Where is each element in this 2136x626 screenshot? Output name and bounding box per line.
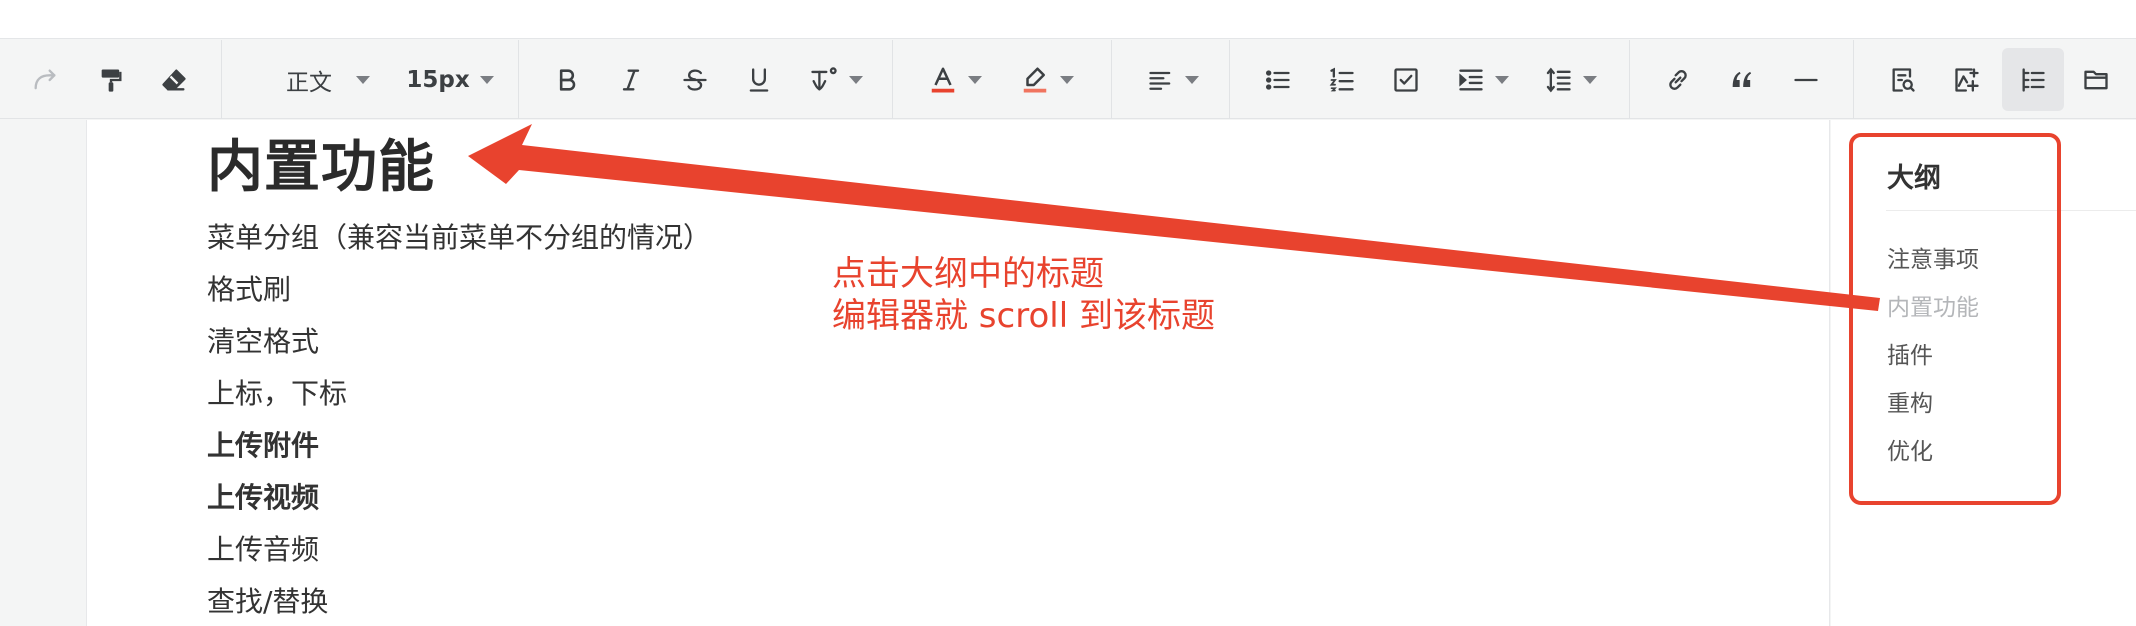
ordered-list-icon [1329,67,1354,91]
text-script-icon [811,66,837,90]
document-heading: 内置功能 [207,135,435,200]
chevron-down-icon [356,75,370,84]
bullet-list-icon [1265,69,1290,90]
outline-item[interactable]: 插件 [1887,336,1933,370]
indent-dropdown[interactable] [1450,40,1516,119]
outline-panel: 大纲 注意事项内置功能插件重构优化 [1831,120,2136,626]
link-button[interactable] [1658,40,1698,119]
underline-button[interactable] [739,40,779,119]
image-insert-icon [1955,67,1979,92]
toolbar-divider [518,40,519,119]
line-height-icon [1546,67,1571,92]
align-left-icon [1149,71,1171,90]
ordered-list-button[interactable] [1322,40,1362,119]
font-color-dropdown[interactable] [922,40,988,119]
document-paragraph: 上传附件 [207,429,320,462]
strikethrough-button[interactable] [675,40,715,119]
outline-item[interactable]: 优化 [1887,432,1933,466]
underline-icon [749,67,769,92]
outline-divider [1886,210,2136,211]
folder-icon [2084,70,2108,89]
indent-icon [1459,69,1483,91]
bullet-list-button[interactable] [1258,40,1298,119]
script-dropdown[interactable] [803,40,869,119]
line-height-dropdown[interactable] [1538,40,1604,119]
chevron-down-icon [1495,75,1509,84]
chevron-down-icon [1060,75,1074,84]
bold-button[interactable] [547,40,587,119]
document-paragraph: 上传视频 [207,481,320,514]
annotation-text-line-2: 编辑器就 scroll 到该标题 [832,296,1215,336]
toolbar-divider [892,40,893,119]
chevron-down-icon [479,75,494,84]
strikethrough-icon [683,68,707,91]
quote-icon [1732,71,1752,87]
link-icon [1669,69,1687,90]
clear-format-button[interactable] [153,40,195,119]
outline-item[interactable]: 内置功能 [1887,288,1979,322]
paragraph-style-select[interactable]: 正文 [278,40,378,119]
paragraph-style-value: 正文 [286,69,332,96]
folder-button[interactable] [2076,40,2116,119]
toolbar-divider [221,40,222,119]
find-replace-icon [1892,67,1915,92]
checklist-button[interactable] [1386,40,1426,119]
blockquote-button[interactable] [1722,40,1762,119]
insert-image-button[interactable] [1947,40,1987,119]
chevron-down-icon [1583,75,1597,84]
find-replace-button[interactable] [1883,40,1923,119]
outline-title: 大纲 [1887,163,1941,194]
document-paragraph: 上标，下标 [207,377,348,410]
eraser-icon [162,69,186,91]
checkbox-list-icon [1394,67,1418,92]
font-size-value: 15px [406,66,470,93]
chevron-down-icon [849,75,863,84]
font-color-icon [931,67,955,92]
redo-icon [34,69,56,89]
outline-toggle-icon [2022,67,2045,92]
outline-item[interactable]: 重构 [1887,384,1933,418]
highlight-icon [1023,67,1047,92]
italic-icon [622,69,640,91]
toolbar-divider [1229,40,1230,119]
bold-icon [559,68,576,91]
font-size-select[interactable]: 15px [404,40,496,119]
italic-button[interactable] [611,40,651,119]
format-painter-button[interactable] [90,40,132,119]
document-paragraph: 格式刷 [207,273,292,306]
chevron-down-icon [1185,75,1199,84]
horizontal-rule-icon [1794,78,1818,81]
chevron-down-icon [968,75,982,84]
align-dropdown[interactable] [1143,40,1203,119]
toolbar-divider [1629,40,1630,119]
outline-toggle-button[interactable] [2002,48,2064,111]
editor-content-area[interactable]: 内置功能 菜单分组（兼容当前菜单不分组的情况） 格式刷清空格式上标，下标上传附件上… [86,120,1830,626]
format-painter-icon [101,69,122,92]
window-top-bar [0,0,2136,39]
document-paragraph: 清空格式 [207,325,320,358]
document-paragraph: 查找/替换 [207,585,329,618]
document-paragraph: 菜单分组（兼容当前菜单不分组的情况） [207,221,712,254]
redo-button[interactable] [24,40,66,119]
editor-toolbar: 正文 15px [0,40,2136,119]
toolbar-divider [1853,40,1854,119]
horizontal-rule-button[interactable] [1786,40,1826,119]
outline-item[interactable]: 注意事项 [1887,240,1979,274]
highlight-dropdown[interactable] [1014,40,1080,119]
document-paragraph: 上传音频 [207,533,320,566]
toolbar-divider [1111,40,1112,119]
